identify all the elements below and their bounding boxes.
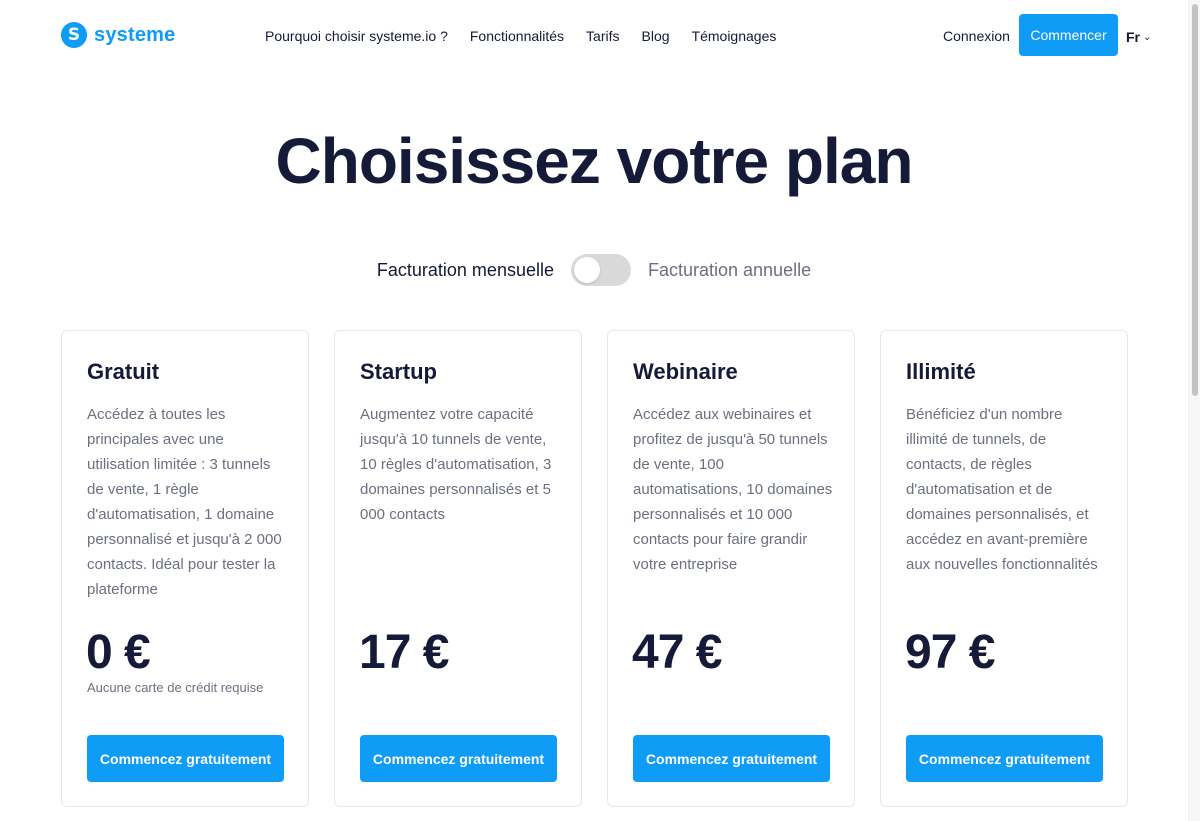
logo-icon: S xyxy=(61,22,87,48)
toggle-knob xyxy=(573,257,600,283)
chevron-down-icon: ⌄ xyxy=(1143,31,1152,43)
plan-name: Startup xyxy=(360,359,437,384)
plan-description: Accédez à toutes les principales avec un… xyxy=(87,406,282,598)
plan-startup-cta-button[interactable]: Commencez gratuitement xyxy=(360,735,557,782)
plan-note: Aucune carte de crédit requise xyxy=(87,680,264,695)
site-header: S systeme Pourquoi choisir systeme.io ? … xyxy=(0,0,1188,72)
billing-toggle[interactable] xyxy=(570,254,631,286)
billing-toggle-row: Facturation mensuelle Facturation annuel… xyxy=(0,254,1188,286)
plans-grid: Gratuit Accédez à toutes les principales… xyxy=(61,330,1128,807)
plan-card-free: Gratuit Accédez à toutes les principales… xyxy=(61,330,309,807)
plan-price: 17 € xyxy=(359,626,449,679)
plan-card-unlimited: Illimité Bénéficiez d'un nombre illimité… xyxy=(880,330,1128,807)
plan-price: 47 € xyxy=(632,626,722,679)
plan-name: Webinaire xyxy=(633,359,738,384)
nav-item-testimonials[interactable]: Témoignages xyxy=(692,28,777,44)
nav-item-features[interactable]: Fonctionnalités xyxy=(470,28,564,44)
plan-unlimited-cta-button[interactable]: Commencez gratuitement xyxy=(906,735,1103,782)
plan-price: 0 € xyxy=(86,626,151,679)
language-label: Fr xyxy=(1126,29,1140,45)
plan-name: Illimité xyxy=(906,359,976,384)
plan-free-cta-button[interactable]: Commencez gratuitement xyxy=(87,735,284,782)
logo-text: systeme xyxy=(94,23,176,46)
nav-item-blog[interactable]: Blog xyxy=(642,28,670,44)
plan-card-startup: Startup Augmentez votre capacité jusqu'à… xyxy=(334,330,582,807)
plan-webinar-cta-button[interactable]: Commencez gratuitement xyxy=(633,735,830,782)
page-scrollbar[interactable] xyxy=(1188,0,1200,821)
plan-description: Augmentez votre capacité jusqu'à 10 tunn… xyxy=(360,406,552,523)
nav-item-pricing[interactable]: Tarifs xyxy=(586,28,619,44)
monthly-billing-label[interactable]: Facturation mensuelle xyxy=(377,260,554,281)
plan-description: Bénéficiez d'un nombre illimité de tunne… xyxy=(906,406,1098,573)
systeme-logo[interactable]: S systeme xyxy=(61,22,175,48)
language-selector[interactable]: Fr ⌄ xyxy=(1126,29,1151,45)
login-link[interactable]: Connexion xyxy=(943,28,1010,44)
plan-name: Gratuit xyxy=(87,359,160,384)
page-title: Choisissez votre plan xyxy=(275,125,914,197)
plan-description: Accédez aux webinaires et profitez de ju… xyxy=(633,406,833,573)
scrollbar-thumb[interactable] xyxy=(1192,4,1198,396)
annual-billing-label[interactable]: Facturation annuelle xyxy=(648,260,811,281)
nav-item-why[interactable]: Pourquoi choisir systeme.io ? xyxy=(265,28,448,44)
plan-price: 97 € xyxy=(905,626,995,679)
start-button[interactable]: Commencer xyxy=(1019,14,1118,56)
plan-card-webinar: Webinaire Accédez aux webinaires et prof… xyxy=(607,330,855,807)
main-nav: Pourquoi choisir systeme.io ? Fonctionna… xyxy=(265,28,776,44)
